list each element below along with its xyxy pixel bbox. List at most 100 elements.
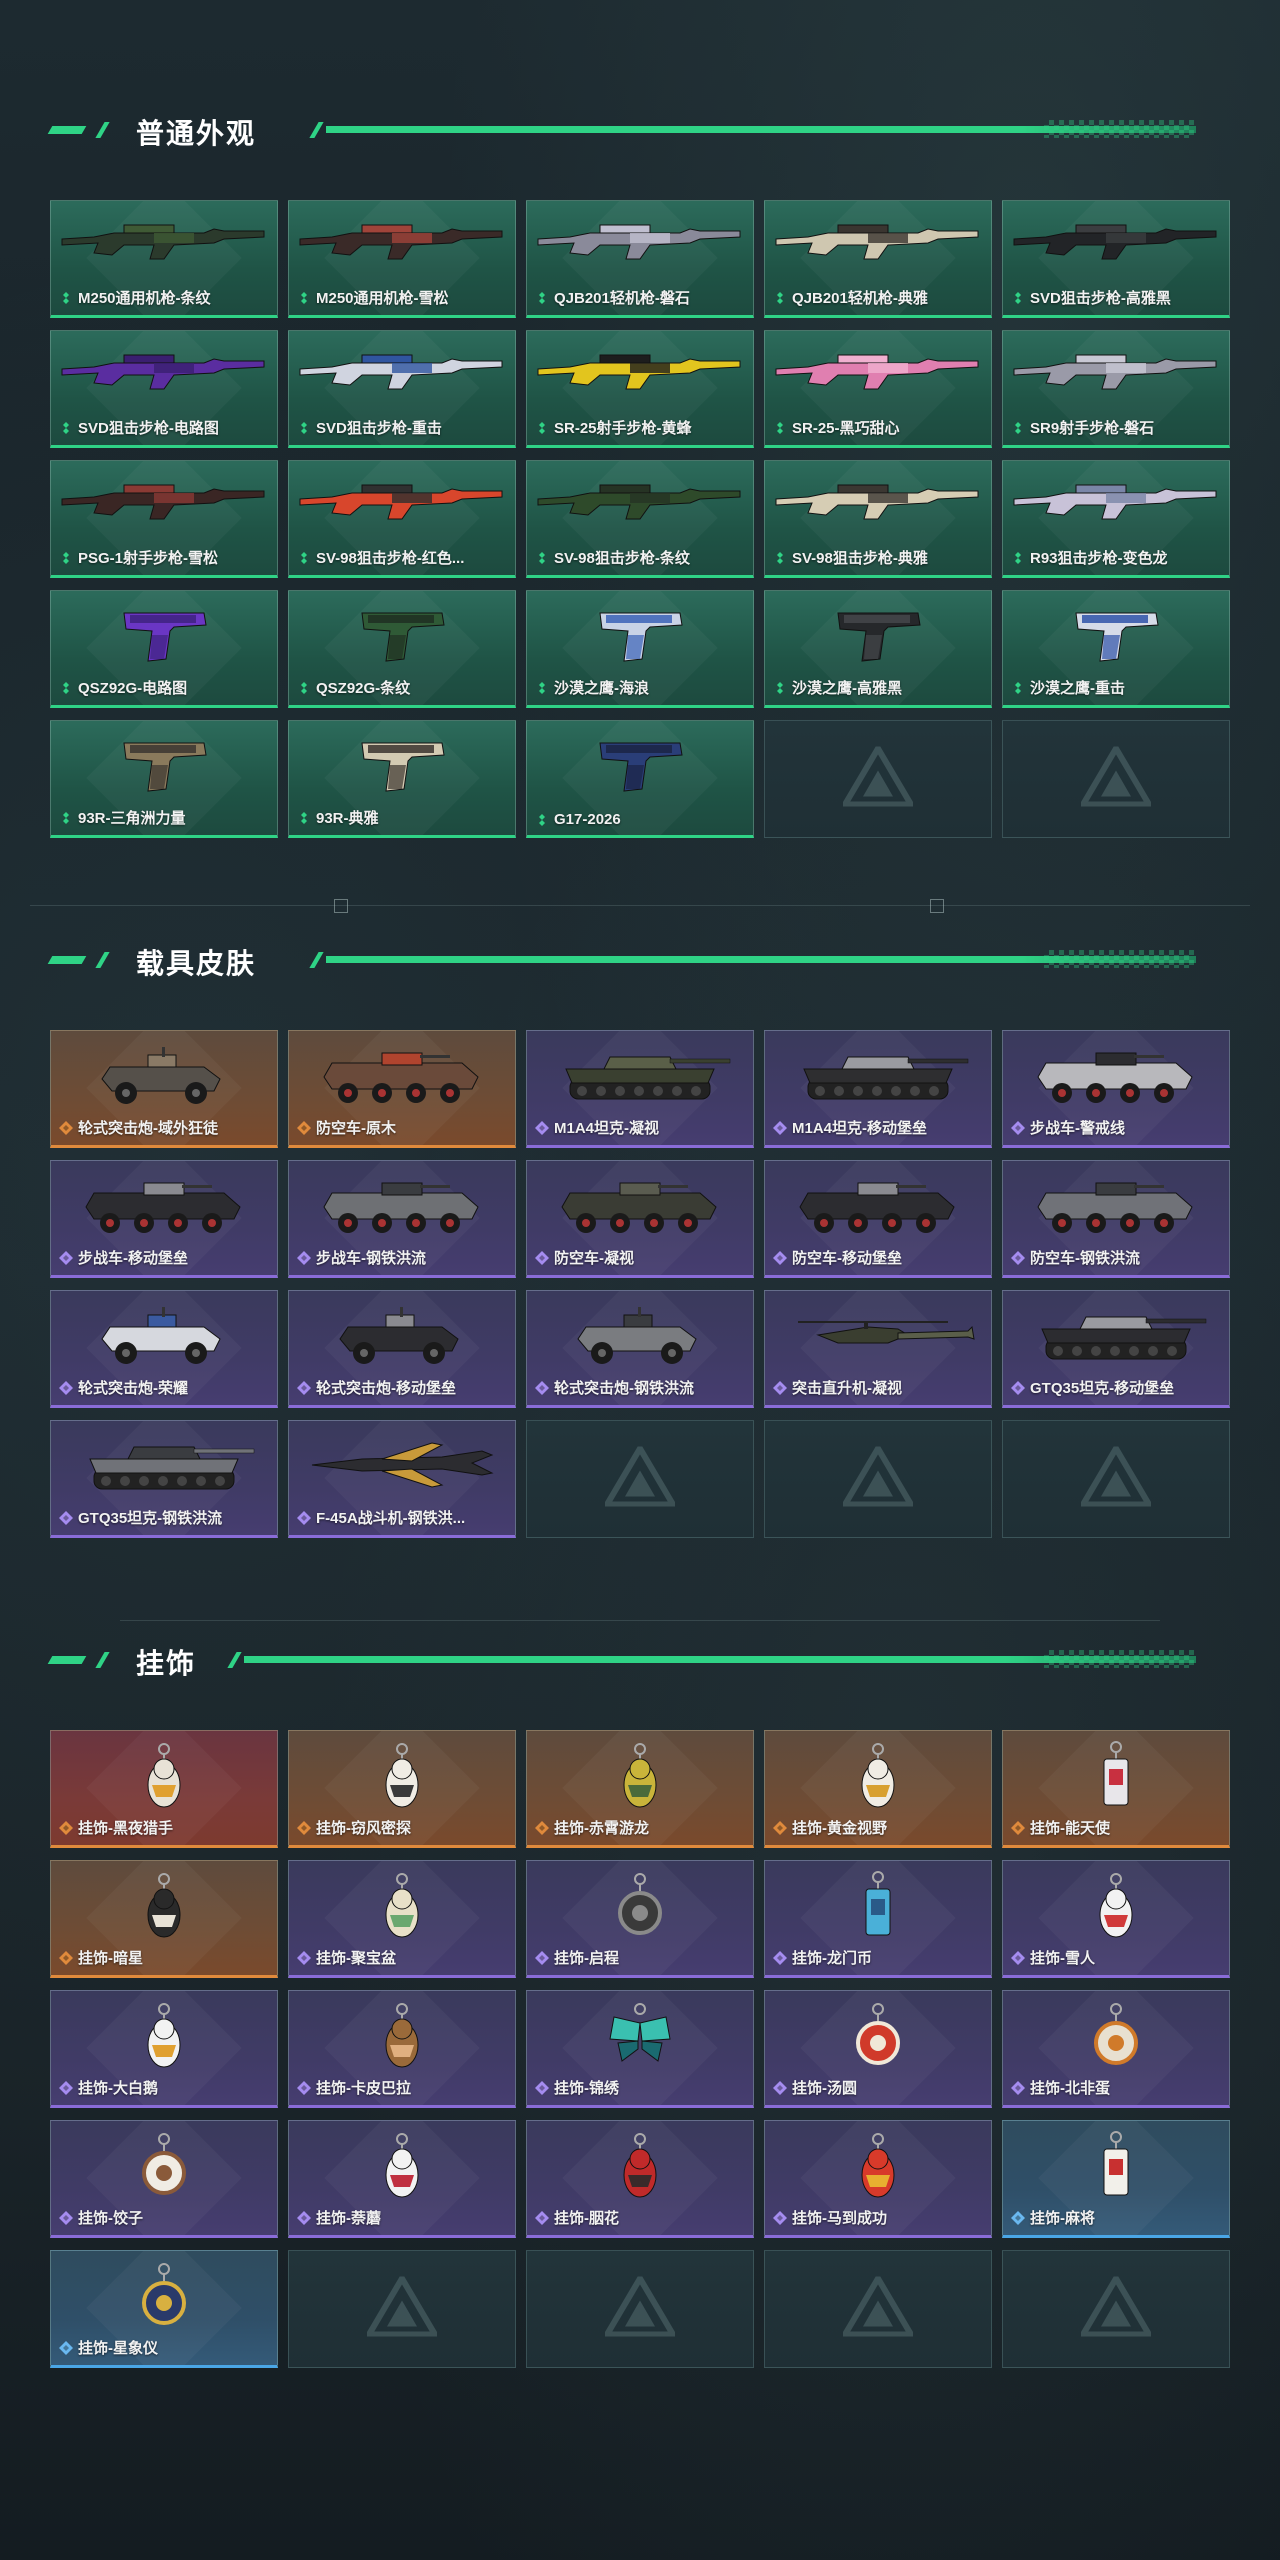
item-card[interactable]: 步战车-钢铁洪流 bbox=[288, 1160, 516, 1278]
item-card[interactable]: 步战车-警戒线 bbox=[1002, 1030, 1230, 1148]
item-card[interactable]: 挂饰-汤圆 bbox=[764, 1990, 992, 2108]
quality-diamond-icon bbox=[297, 1120, 311, 1135]
item-card[interactable]: SVD狙击步枪-电路图 bbox=[50, 330, 278, 448]
item-card[interactable]: M1A4坦克-凝视 bbox=[526, 1030, 754, 1148]
item-card[interactable]: 挂饰-卡皮巴拉 bbox=[288, 1990, 516, 2108]
item-image bbox=[765, 209, 991, 281]
item-card[interactable]: 挂饰-聚宝盆 bbox=[288, 1860, 516, 1978]
empty-slot bbox=[1002, 720, 1230, 838]
item-image bbox=[1003, 1169, 1229, 1241]
item-card[interactable]: SV-98狙击步枪-红色... bbox=[288, 460, 516, 578]
item-label-row: SV-98狙击步枪-红色... bbox=[297, 547, 509, 568]
quality-diamond-icon bbox=[59, 1950, 73, 1965]
item-card[interactable]: 沙漠之鹰-高雅黑 bbox=[764, 590, 992, 708]
item-label-row: 挂饰-启程 bbox=[535, 1947, 747, 1968]
item-card[interactable]: 挂饰-龙门币 bbox=[764, 1860, 992, 1978]
item-label-row: SVD狙击步枪-电路图 bbox=[59, 417, 271, 438]
item-card[interactable]: 挂饰-赤霄游龙 bbox=[526, 1730, 754, 1848]
item-card[interactable]: 93R-三角洲力量 bbox=[50, 720, 278, 838]
item-card[interactable]: 挂饰-窃风密探 bbox=[288, 1730, 516, 1848]
item-card[interactable]: G17-2026 bbox=[526, 720, 754, 838]
quality-diamond-icon bbox=[59, 421, 73, 435]
item-card[interactable]: 挂饰-胭花 bbox=[526, 2120, 754, 2238]
item-card[interactable]: 挂饰-黑夜猎手 bbox=[50, 1730, 278, 1848]
item-card[interactable]: 挂饰-麻将 bbox=[1002, 2120, 1230, 2238]
item-card[interactable]: SVD狙击步枪-重击 bbox=[288, 330, 516, 448]
item-card[interactable]: QSZ92G-电路图 bbox=[50, 590, 278, 708]
item-card[interactable]: QJB201轻机枪-磐石 bbox=[526, 200, 754, 318]
item-image bbox=[527, 1999, 753, 2071]
item-name: QSZ92G-电路图 bbox=[78, 680, 188, 697]
item-card[interactable]: 突击直升机-凝视 bbox=[764, 1290, 992, 1408]
item-name: SR-25射手步枪-黄蜂 bbox=[554, 420, 692, 437]
header-accent-slash bbox=[227, 1652, 242, 1668]
item-name: PSG-1射手步枪-雪松 bbox=[78, 550, 219, 567]
placeholder-logo-icon bbox=[839, 742, 917, 812]
item-name: 挂饰-聚宝盆 bbox=[316, 1950, 396, 1967]
item-image bbox=[765, 1869, 991, 1941]
item-card[interactable]: 防空车-原木 bbox=[288, 1030, 516, 1148]
quality-diamond-icon bbox=[297, 291, 311, 305]
item-card[interactable]: M1A4坦克-移动堡垒 bbox=[764, 1030, 992, 1148]
item-card[interactable]: SV-98狙击步枪-条纹 bbox=[526, 460, 754, 578]
item-card[interactable]: R93狙击步枪-变色龙 bbox=[1002, 460, 1230, 578]
item-card[interactable]: 挂饰-星象仪 bbox=[50, 2250, 278, 2368]
item-card[interactable]: SV-98狙击步枪-典雅 bbox=[764, 460, 992, 578]
item-card[interactable]: 挂饰-雪人 bbox=[1002, 1860, 1230, 1978]
item-card[interactable]: SR-25射手步枪-黄蜂 bbox=[526, 330, 754, 448]
section-vehicle-skins: 载具皮肤 轮式突击炮-域外狂徒 防空车-原木 M1A4坦克-凝视 M1A4坦克-移动堡… bbox=[47, 938, 1230, 1538]
item-image bbox=[51, 209, 277, 281]
item-label-row: 挂饰-卡皮巴拉 bbox=[297, 2077, 509, 2098]
quality-diamond-icon bbox=[535, 1820, 549, 1835]
item-card[interactable]: F-45A战斗机-钢铁洪... bbox=[288, 1420, 516, 1538]
item-card[interactable]: QJB201轻机枪-典雅 bbox=[764, 200, 992, 318]
item-name: QJB201轻机枪-磐石 bbox=[554, 290, 690, 307]
item-name: 挂饰-马到成功 bbox=[792, 2210, 887, 2227]
item-card[interactable]: SR9射手步枪-磐石 bbox=[1002, 330, 1230, 448]
item-card[interactable]: 轮式突击炮-荣耀 bbox=[50, 1290, 278, 1408]
item-card[interactable]: 挂饰-启程 bbox=[526, 1860, 754, 1978]
item-card[interactable]: SVD狙击步枪-高雅黑 bbox=[1002, 200, 1230, 318]
item-card[interactable]: GTQ35坦克-钢铁洪流 bbox=[50, 1420, 278, 1538]
item-label-row: 挂饰-聚宝盆 bbox=[297, 1947, 509, 1968]
item-card[interactable]: PSG-1射手步枪-雪松 bbox=[50, 460, 278, 578]
item-image bbox=[51, 1169, 277, 1241]
item-card[interactable]: M250通用机枪-雪松 bbox=[288, 200, 516, 318]
item-card[interactable]: 沙漠之鹰-海浪 bbox=[526, 590, 754, 708]
item-card[interactable]: 挂饰-北非蛋 bbox=[1002, 1990, 1230, 2108]
item-label-row: G17-2026 bbox=[535, 811, 747, 828]
item-image bbox=[289, 1999, 515, 2071]
item-card[interactable]: 挂饰-萘蘑 bbox=[288, 2120, 516, 2238]
item-card[interactable]: 挂饰-暗星 bbox=[50, 1860, 278, 1978]
item-card[interactable]: 挂饰-黄金视野 bbox=[764, 1730, 992, 1848]
quality-diamond-icon bbox=[1011, 551, 1025, 565]
item-card[interactable]: GTQ35坦克-移动堡垒 bbox=[1002, 1290, 1230, 1408]
item-card[interactable]: 轮式突击炮-移动堡垒 bbox=[288, 1290, 516, 1408]
item-card[interactable]: QSZ92G-条纹 bbox=[288, 590, 516, 708]
item-card[interactable]: 防空车-钢铁洪流 bbox=[1002, 1160, 1230, 1278]
item-card[interactable]: 93R-典雅 bbox=[288, 720, 516, 838]
item-name: 挂饰-萘蘑 bbox=[316, 2210, 381, 2227]
quality-diamond-icon bbox=[297, 2210, 311, 2225]
item-name: 轮式突击炮-钢铁洪流 bbox=[554, 1380, 694, 1397]
header-accent-slash bbox=[95, 952, 110, 968]
item-card[interactable]: 轮式突击炮-域外狂徒 bbox=[50, 1030, 278, 1148]
item-image bbox=[527, 1739, 753, 1811]
item-card[interactable]: 挂饰-能天使 bbox=[1002, 1730, 1230, 1848]
item-card[interactable]: 挂饰-锦绣 bbox=[526, 1990, 754, 2108]
item-card[interactable]: 挂饰-大白鹅 bbox=[50, 1990, 278, 2108]
header-accent-bar bbox=[47, 126, 87, 134]
item-card[interactable]: 挂饰-饺子 bbox=[50, 2120, 278, 2238]
item-card[interactable]: 防空车-凝视 bbox=[526, 1160, 754, 1278]
item-card[interactable]: 挂饰-马到成功 bbox=[764, 2120, 992, 2238]
item-card[interactable]: SR-25-黑巧甜心 bbox=[764, 330, 992, 448]
item-image bbox=[51, 1039, 277, 1111]
item-card[interactable]: M250通用机枪-条纹 bbox=[50, 200, 278, 318]
placeholder-logo-icon bbox=[601, 1442, 679, 1512]
item-card[interactable]: 轮式突击炮-钢铁洪流 bbox=[526, 1290, 754, 1408]
item-label-row: 挂饰-雪人 bbox=[1011, 1947, 1223, 1968]
item-card[interactable]: 防空车-移动堡垒 bbox=[764, 1160, 992, 1278]
item-card[interactable]: 沙漠之鹰-重击 bbox=[1002, 590, 1230, 708]
item-card[interactable]: 步战车-移动堡垒 bbox=[50, 1160, 278, 1278]
item-name: 轮式突击炮-域外狂徒 bbox=[78, 1120, 218, 1137]
